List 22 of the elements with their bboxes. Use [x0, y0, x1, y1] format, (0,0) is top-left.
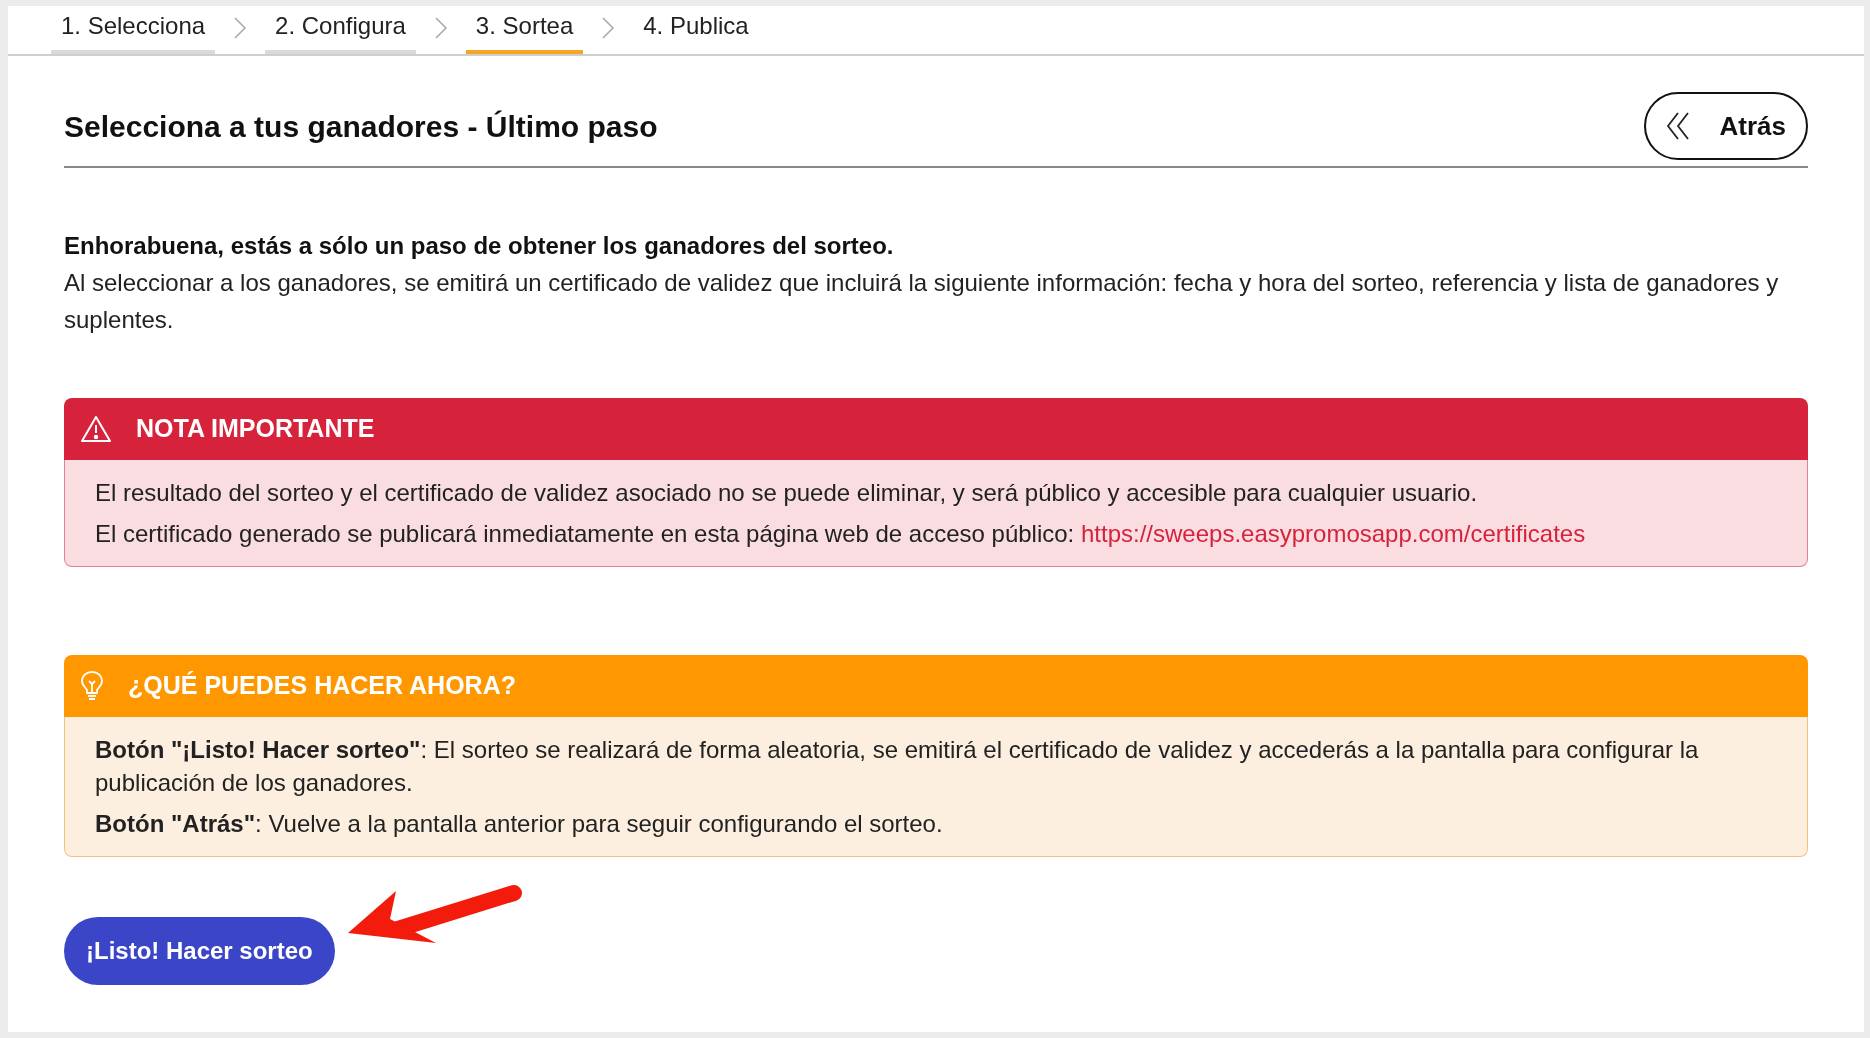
- chevron-right-icon: [601, 16, 616, 40]
- notice-title: NOTA IMPORTANTE: [136, 413, 375, 445]
- notice-text: Botón "¡Listo! Hacer sorteo": El sorteo se realizará de forma aleatoria, se emitirá el certificado de validez y accederás a la pantalla para configurar la publicación de los ganadores.: [95, 735, 1700, 798]
- double-chevron-left-icon: [1665, 111, 1690, 141]
- notice-title: ¿QUÉ PUEDES HACER AHORA?: [128, 670, 516, 702]
- step-tab[interactable]: 4. Publica: [633, 8, 759, 54]
- lightbulb-icon: [80, 670, 104, 702]
- step-tab[interactable]: 3. Sortea: [465, 8, 584, 54]
- intro-heading: Enhorabuena, estás a sólo un paso de obtener los ganadores del sorteo.: [64, 231, 895, 261]
- warning-icon: [80, 414, 112, 444]
- step-tab[interactable]: 2. Configura: [265, 8, 416, 54]
- notice-text: El certificado generado se publicará inmediatamente en esta página web de acceso público: https://sweeps.easypromosapp.com/certificates: [95, 519, 1587, 549]
- step-tab[interactable]: 1. Selecciona: [51, 8, 216, 54]
- chevron-right-icon: [233, 16, 248, 40]
- chevron-right-icon: [433, 16, 448, 40]
- intro-text: Al seleccionar a los ganadores, se emitirá un certificado de validez que incluirá la siguiente información: fecha y hora del sorteo, referencia y lista de ganadores y suplentes.: [64, 268, 1780, 335]
- back-button[interactable]: Atrás: [1643, 92, 1808, 160]
- notice-text: El resultado del sorteo y el certificado de validez asociado no se puede eliminar, y será público y accesible para cualquier usuario.: [95, 478, 1479, 508]
- draw-button[interactable]: ¡Listo! Hacer sorteo: [64, 917, 335, 985]
- page-title: Selecciona a tus ganadores - Último paso: [64, 108, 658, 145]
- notice-text: Botón "Atrás": Vuelve a la pantalla anterior para seguir configurando el sorteo.: [95, 809, 944, 839]
- certificates-link[interactable]: https://sweeps.easypromosapp.com/certificates: [1080, 520, 1586, 547]
